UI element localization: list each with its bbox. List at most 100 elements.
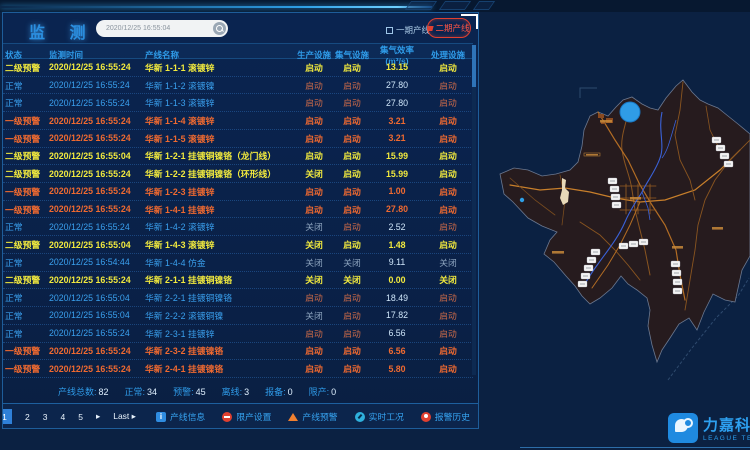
- row-line-name: 华新 1-4-4 仿金: [143, 256, 295, 269]
- table-row[interactable]: 正常2020/12/25 16:55:24华新 1-1-2 滚镀镍启动启动27.…: [3, 77, 473, 95]
- scrollbar-thumb[interactable]: [472, 45, 476, 87]
- row-line-name: 华新 1-1-1 滚镀锌: [143, 61, 295, 74]
- page-number[interactable]: 5: [78, 412, 83, 422]
- row-treatment: 启动: [423, 344, 473, 357]
- page-number[interactable]: 3: [43, 412, 48, 422]
- row-gas: 启动: [333, 61, 371, 74]
- flag-icon: [428, 26, 434, 31]
- table-row[interactable]: 一级预警2020/12/25 16:55:24华新 1-1-4 滚镀锌启动启动3…: [3, 112, 473, 130]
- row-status: 二级预警: [3, 167, 47, 180]
- search-icon[interactable]: [213, 22, 226, 35]
- checkbox-icon[interactable]: [386, 27, 393, 34]
- search-box[interactable]: [96, 20, 228, 37]
- row-time: 2020/12/25 16:55:24: [47, 186, 143, 196]
- row-status: 一级预警: [3, 203, 47, 216]
- row-production: 启动: [295, 61, 333, 74]
- brand-logo: 力嘉科技 LEAGUE TECH: [668, 410, 750, 446]
- row-status: 正常: [3, 309, 47, 322]
- table-row[interactable]: 一级预警2020/12/25 16:55:24华新 1-2-3 挂镀锌启动启动1…: [3, 183, 473, 201]
- page-next-icon[interactable]: ▸: [96, 411, 100, 422]
- row-production: 关闭: [295, 256, 333, 269]
- table-row[interactable]: 一级预警2020/12/25 16:55:24华新 2-3-2 挂镀镍铬启动启动…: [3, 343, 473, 361]
- action-button[interactable]: i产线信息: [156, 410, 205, 423]
- search-input[interactable]: [96, 25, 213, 32]
- page-number[interactable]: 4: [60, 412, 65, 422]
- page-current[interactable]: 1: [2, 409, 12, 424]
- row-line-name: 华新 1-2-2 挂镀铜镍铬（环形线）: [143, 167, 295, 180]
- row-efficiency: 13.15: [371, 62, 423, 72]
- action-button[interactable]: 产线预警: [288, 410, 337, 423]
- table-row[interactable]: 二级预警2020/12/25 16:55:04华新 1-2-1 挂镀铜镍铬（龙门…: [3, 148, 473, 166]
- row-efficiency: 2.52: [371, 222, 423, 232]
- action-label: 限产设置: [236, 410, 271, 423]
- row-production: 关闭: [295, 273, 333, 286]
- row-gas: 启动: [333, 203, 371, 216]
- summary-label: 产线总数:: [58, 387, 97, 397]
- row-line-name: 华新 2-3-1 挂镀锌: [143, 327, 295, 340]
- row-line-name: 华新 1-1-2 滚镀镍: [143, 79, 295, 92]
- row-time: 2020/12/25 16:55:24: [47, 169, 143, 179]
- summary-item: 离线:3: [222, 385, 250, 398]
- top-decor-bar: [0, 0, 750, 12]
- row-treatment: 启动: [423, 79, 473, 92]
- page-title: 监 测: [29, 19, 95, 43]
- summary-value: 0: [288, 387, 293, 397]
- row-efficiency: 18.49: [371, 293, 423, 303]
- table-row[interactable]: 一级预警2020/12/25 16:55:24华新 1-4-1 挂镀锌启动启动2…: [3, 201, 473, 219]
- row-efficiency: 27.80: [371, 80, 423, 90]
- phase1-checkbox[interactable]: 一期产线: [386, 24, 430, 36]
- table-row[interactable]: 正常2020/12/25 16:54:44华新 1-4-4 仿金关闭关闭9.11…: [3, 254, 473, 272]
- row-time: 2020/12/25 16:55:04: [47, 293, 143, 303]
- row-status: 一级预警: [3, 132, 47, 145]
- row-production: 关闭: [295, 309, 333, 322]
- row-production: 启动: [295, 132, 333, 145]
- phase1-label: 一期产线: [396, 24, 430, 36]
- row-time: 2020/12/25 16:55:24: [47, 364, 143, 374]
- action-button[interactable]: 报警历史: [421, 410, 470, 423]
- row-status: 一级预警: [3, 344, 47, 357]
- table-row[interactable]: 二级预警2020/12/25 16:55:24华新 1-2-2 挂镀铜镍铬（环形…: [3, 165, 473, 183]
- row-time: 2020/12/25 16:54:44: [47, 257, 143, 267]
- table-row[interactable]: 一级预警2020/12/25 16:55:24华新 2-4-1 挂镀镍铬启动启动…: [3, 360, 473, 378]
- table-row[interactable]: 二级预警2020/12/25 16:55:24华新 2-1-1 挂镀铜镍铬关闭关…: [3, 272, 473, 290]
- row-treatment: 启动: [423, 114, 473, 127]
- table-row[interactable]: 正常2020/12/25 16:55:24华新 1-4-2 滚镀锌关闭启动2.5…: [3, 218, 473, 236]
- table-row[interactable]: 正常2020/12/25 16:55:04华新 2-2-2 滚镀铜镍关闭启动17…: [3, 307, 473, 325]
- table-row[interactable]: 一级预警2020/12/25 16:55:24华新 1-1-5 滚镀锌启动启动3…: [3, 130, 473, 148]
- row-production: 启动: [295, 185, 333, 198]
- action-label: 产线预警: [302, 410, 337, 423]
- district-map[interactable]: [480, 50, 750, 410]
- row-gas: 启动: [333, 327, 371, 340]
- row-treatment: 关闭: [423, 273, 473, 286]
- brand-name: 力嘉科技: [703, 414, 750, 435]
- page-last-button[interactable]: Last ▸: [113, 411, 136, 422]
- row-efficiency: 27.80: [371, 98, 423, 108]
- row-gas: 启动: [333, 309, 371, 322]
- table-row[interactable]: 正常2020/12/25 16:55:24华新 2-3-1 挂镀锌启动启动6.5…: [3, 325, 473, 343]
- row-gas: 启动: [333, 79, 371, 92]
- action-button[interactable]: 实时工况: [355, 410, 404, 423]
- row-gas: 启动: [333, 132, 371, 145]
- table-row[interactable]: 正常2020/12/25 16:55:24华新 1-1-3 滚镀锌启动启动27.…: [3, 94, 473, 112]
- info-icon: i: [156, 412, 166, 422]
- action-button[interactable]: 限产设置: [222, 410, 271, 423]
- table-row[interactable]: 正常2020/12/25 16:55:04华新 2-2-1 挂镀铜镍铬启动启动1…: [3, 289, 473, 307]
- top-decor-shape: [439, 1, 471, 10]
- row-production: 启动: [295, 96, 333, 109]
- summary-bar: 产线总数:82正常:34预警:45离线:3报备:0限产:0: [58, 383, 478, 399]
- row-time: 2020/12/25 16:55:04: [47, 240, 143, 250]
- row-production: 启动: [295, 203, 333, 216]
- row-gas: 启动: [333, 344, 371, 357]
- summary-value: 45: [196, 387, 206, 397]
- page-number[interactable]: 2: [25, 412, 30, 422]
- row-treatment: 启动: [423, 96, 473, 109]
- row-efficiency: 6.56: [371, 328, 423, 338]
- row-treatment: 关闭: [423, 256, 473, 269]
- row-line-name: 华新 1-4-2 滚镀锌: [143, 220, 295, 233]
- table-row[interactable]: 二级预警2020/12/25 16:55:24华新 1-1-1 滚镀锌启动启动1…: [3, 59, 473, 77]
- row-line-name: 华新 2-4-1 挂镀镍铬: [143, 362, 295, 375]
- table-scrollbar[interactable]: [472, 45, 476, 375]
- table-row[interactable]: 二级预警2020/12/25 16:55:04华新 1-4-3 滚镀锌关闭启动1…: [3, 236, 473, 254]
- restrict-icon: [222, 412, 232, 422]
- map-alert-bubble[interactable]: [620, 102, 640, 122]
